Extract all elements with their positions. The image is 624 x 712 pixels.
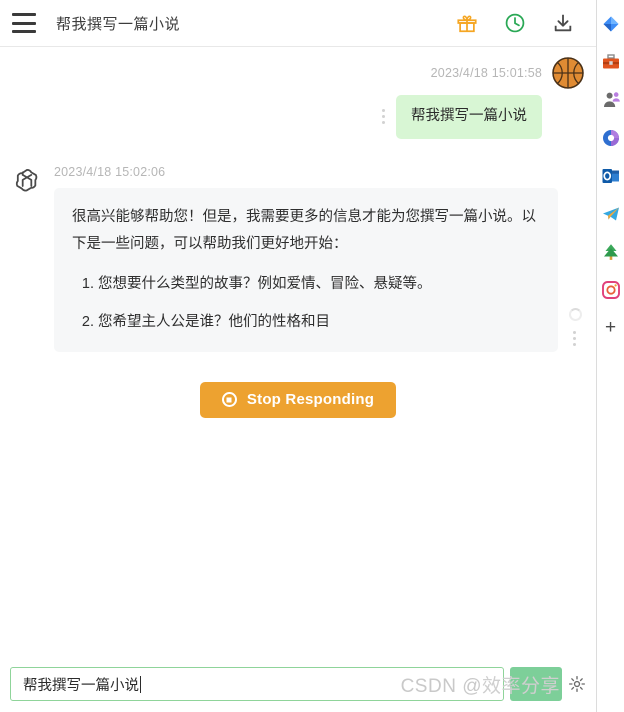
openai-logo-avatar[interactable] xyxy=(12,165,42,195)
header-actions xyxy=(456,12,574,34)
assistant-message-col: 2023/4/18 15:02:06 很高兴能够帮助您！但是，我需要更多的信息才… xyxy=(54,163,584,352)
message-row-assistant: 2023/4/18 15:02:06 很高兴能够帮助您！但是，我需要更多的信息才… xyxy=(0,139,596,352)
dock-add-button[interactable]: + xyxy=(605,318,616,337)
instagram-icon xyxy=(601,281,620,299)
chat-header: 帮我撰写一篇小说 xyxy=(0,0,596,47)
message-input[interactable]: 帮我撰写一篇小说 xyxy=(10,667,504,701)
stop-record-icon xyxy=(221,392,237,408)
assistant-question-list: 您想要什么类型的故事？例如爱情、冒险、悬疑等。 您希望主人公是谁？他们的性格和目 xyxy=(72,273,540,333)
dock-item-toolbox[interactable] xyxy=(601,52,621,72)
user-message-bubble[interactable]: 帮我撰写一篇小说 xyxy=(396,95,542,139)
dock-item-telegram[interactable] xyxy=(601,204,621,224)
user-message-more-icon[interactable] xyxy=(382,109,386,125)
chat-panel: 帮我撰写一篇小说 2023/4/18 15:01:58 帮我撰写一篇小说 202… xyxy=(0,0,596,712)
assistant-message-bubble[interactable]: 很高兴能够帮助您！但是，我需要更多的信息才能为您撰写一篇小说。以下是一些问题，可… xyxy=(54,187,558,352)
list-item: 您希望主人公是谁？他们的性格和目 xyxy=(98,311,540,334)
gear-icon[interactable] xyxy=(568,675,586,693)
telegram-icon xyxy=(602,207,619,221)
page-title: 帮我撰写一篇小说 xyxy=(56,15,181,33)
gift-icon[interactable] xyxy=(456,12,478,34)
composer-bar: 帮我撰写一篇小说 xyxy=(0,664,596,712)
loading-spinner-icon xyxy=(568,307,582,321)
dock-item-person[interactable] xyxy=(601,90,621,110)
copilot-icon xyxy=(602,130,619,146)
basketball-avatar[interactable] xyxy=(552,57,584,89)
assistant-message-meta: 2023/4/18 15:02:06 xyxy=(54,163,584,181)
message-row-user: 2023/4/18 15:01:58 帮我撰写一篇小说 xyxy=(0,57,596,139)
assistant-paragraph: 很高兴能够帮助您！但是，我需要更多的信息才能为您撰写一篇小说。以下是一些问题，可… xyxy=(72,208,536,252)
message-list[interactable]: 2023/4/18 15:01:58 帮我撰写一篇小说 2023/4/18 15… xyxy=(0,47,596,664)
history-clock-icon[interactable] xyxy=(504,12,526,34)
assistant-message-timestamp: 2023/4/18 15:02:06 xyxy=(54,164,166,179)
app-dock: + xyxy=(596,0,624,712)
stop-responding-wrap: Stop Responding xyxy=(0,381,596,418)
assistant-message-more-icon[interactable] xyxy=(573,330,577,346)
outlook-icon xyxy=(602,169,619,183)
dock-item-instagram[interactable] xyxy=(601,280,621,300)
tree-icon xyxy=(603,244,618,260)
user-message-meta: 2023/4/18 15:01:58 xyxy=(431,57,584,89)
list-item: 您想要什么类型的故事？例如爱情、冒险、悬疑等。 xyxy=(98,273,540,296)
diamond-icon xyxy=(603,16,618,32)
stop-responding-label: Stop Responding xyxy=(246,391,375,409)
message-input-value: 帮我撰写一篇小说 xyxy=(23,677,139,694)
dock-item-diamond[interactable] xyxy=(601,14,621,34)
download-icon[interactable] xyxy=(552,12,574,34)
dock-item-tree[interactable] xyxy=(601,242,621,262)
send-button[interactable] xyxy=(510,667,562,701)
toolbox-icon xyxy=(602,54,619,69)
hamburger-menu-icon[interactable] xyxy=(12,13,36,33)
assistant-bubble-side xyxy=(566,188,584,352)
dock-item-copilot[interactable] xyxy=(601,128,621,148)
user-bubble-wrap: 帮我撰写一篇小说 xyxy=(382,95,584,139)
app-window: 帮我撰写一篇小说 2023/4/18 15:01:58 帮我撰写一篇小说 202… xyxy=(0,0,624,712)
text-caret xyxy=(140,675,141,693)
user-message-timestamp: 2023/4/18 15:01:58 xyxy=(430,66,542,80)
dock-item-outlook[interactable] xyxy=(601,166,621,186)
assistant-bubble-wrap: 很高兴能够帮助您！但是，我需要更多的信息才能为您撰写一篇小说。以下是一些问题，可… xyxy=(54,187,584,352)
stop-responding-button[interactable]: Stop Responding xyxy=(199,381,397,418)
person-icon xyxy=(603,92,620,107)
